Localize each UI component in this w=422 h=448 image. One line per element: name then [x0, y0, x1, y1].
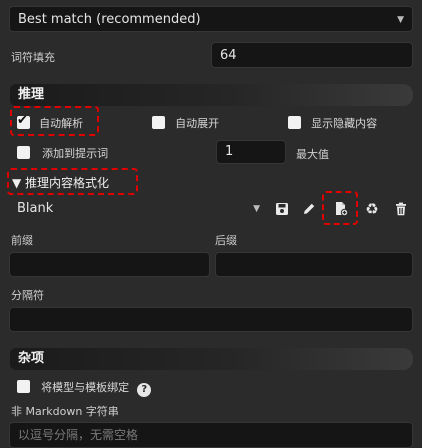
auto-parse-checkbox[interactable]: [17, 113, 30, 129]
add-to-prompt-label: 添加到提示词: [42, 147, 109, 160]
file-add-icon[interactable]: [330, 198, 352, 220]
max-value-label: 最大值: [296, 148, 329, 161]
auto-expand-label: 自动展开: [175, 117, 220, 130]
separator-input[interactable]: [9, 307, 413, 332]
sort-select-value: Best match (recommended): [18, 12, 201, 27]
suffix-label: 后缀: [215, 234, 237, 247]
auto-parse-checkbox-row[interactable]: 自动解析: [17, 113, 84, 133]
recycle-icon[interactable]: ♻: [361, 198, 383, 220]
suffix-input[interactable]: [215, 252, 413, 277]
add-to-prompt-checkbox-row[interactable]: 添加到提示词: [17, 146, 108, 163]
bind-model-label: 将模型与模板绑定: [41, 381, 130, 394]
help-icon[interactable]: ?: [137, 383, 152, 397]
chevron-down-icon: ▼: [253, 204, 260, 214]
formatting-toggle[interactable]: ▼ 推理内容格式化: [12, 174, 109, 191]
sort-select[interactable]: Best match (recommended) ▼: [9, 6, 413, 32]
auto-expand-checkbox[interactable]: [152, 116, 165, 129]
add-to-prompt-checkbox[interactable]: [17, 146, 30, 159]
show-hidden-checkbox[interactable]: [288, 116, 301, 129]
separator-label: 分隔符: [11, 289, 44, 302]
max-value-input[interactable]: 1: [216, 140, 286, 164]
auto-expand-checkbox-row[interactable]: 自动展开: [152, 116, 219, 133]
non-markdown-input[interactable]: [9, 422, 413, 448]
prefix-label: 前缀: [11, 234, 33, 247]
pencil-icon[interactable]: [298, 198, 320, 220]
template-select[interactable]: Blank ▼: [9, 196, 266, 222]
non-markdown-label: 非 Markdown 字符串: [11, 405, 119, 418]
token-padding-input[interactable]: 64: [211, 42, 413, 68]
trash-icon[interactable]: [390, 198, 412, 220]
chevron-down-icon: ▼: [397, 15, 404, 25]
show-hidden-label: 显示隐藏内容: [311, 117, 378, 130]
prefix-input[interactable]: [9, 252, 210, 277]
bind-model-checkbox[interactable]: [17, 380, 30, 393]
bind-model-checkbox-row[interactable]: 将模型与模板绑定 ?: [17, 380, 152, 398]
token-padding-label: 词符填充: [11, 51, 55, 64]
template-select-value: Blank: [17, 201, 54, 216]
show-hidden-checkbox-row[interactable]: 显示隐藏内容: [288, 116, 377, 133]
reasoning-section-header: 推理: [10, 84, 413, 106]
save-icon[interactable]: [271, 198, 293, 220]
auto-parse-label: 自动解析: [39, 117, 84, 130]
misc-section-header: 杂项: [10, 348, 413, 370]
